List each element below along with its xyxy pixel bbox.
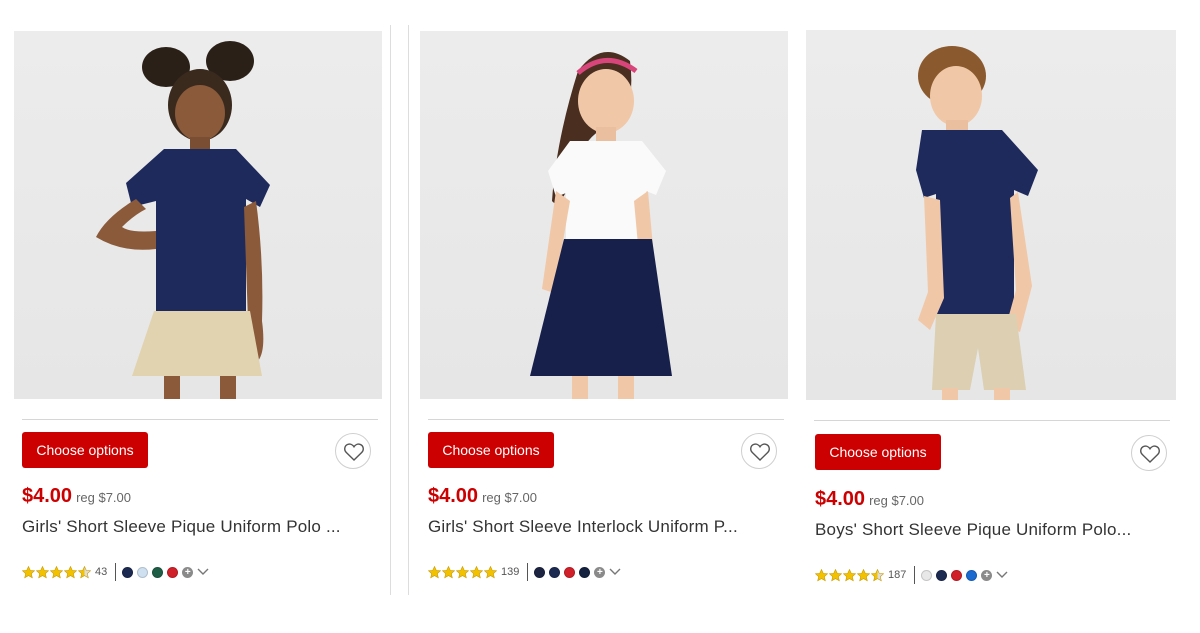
choose-options-button[interactable]: Choose options	[22, 432, 148, 468]
product-image[interactable]	[14, 31, 382, 399]
product-image[interactable]	[806, 30, 1176, 400]
plus-circle-icon[interactable]: +	[594, 566, 606, 578]
plus-circle-icon[interactable]: +	[182, 566, 194, 578]
product-card: Choose options $4.00 reg $7.00 Girls' Sho…	[420, 31, 790, 601]
star-icon	[815, 568, 828, 581]
price-row: $4.00 reg $7.00	[815, 488, 924, 511]
heart-icon	[750, 443, 770, 461]
favorite-button[interactable]	[1131, 435, 1167, 471]
star-icon	[843, 568, 856, 581]
boy-navy-polo-khaki-shorts-image	[916, 46, 1038, 400]
star-icon	[857, 568, 870, 581]
star-icon	[456, 565, 469, 578]
star-icon	[64, 565, 77, 578]
chevron-down-icon[interactable]	[609, 568, 621, 576]
color-swatch[interactable]	[966, 569, 978, 581]
rating-and-colors: 139 +	[428, 563, 621, 581]
star-icon	[829, 568, 842, 581]
review-count[interactable]: 43	[95, 566, 107, 578]
review-count[interactable]: 187	[888, 569, 906, 581]
sale-price: $4.00	[815, 488, 866, 510]
column-divider	[390, 25, 391, 595]
price-row: $4.00 reg $7.00	[428, 485, 537, 508]
star-rating[interactable]	[815, 568, 885, 582]
color-swatch[interactable]	[152, 566, 164, 578]
divider	[22, 419, 378, 420]
color-swatch[interactable]	[167, 566, 179, 578]
color-swatch[interactable]	[936, 569, 948, 581]
favorite-button[interactable]	[335, 433, 371, 469]
star-rating[interactable]	[22, 565, 92, 579]
product-title-link[interactable]: Girls' Short Sleeve Pique Uniform Polo .…	[22, 517, 378, 537]
star-icon	[470, 565, 483, 578]
product-card: Choose options $4.00 reg $7.00 Girls' Sho…	[14, 31, 384, 601]
star-icon	[484, 565, 497, 578]
color-swatches: +	[122, 566, 209, 578]
sale-price: $4.00	[428, 485, 479, 507]
color-swatch[interactable]	[122, 566, 134, 578]
star-icon	[50, 565, 63, 578]
column-divider	[408, 25, 409, 595]
color-swatch[interactable]	[534, 566, 546, 578]
rating-and-colors: 43 +	[22, 563, 209, 581]
star-icon	[871, 568, 884, 581]
star-icon	[442, 565, 455, 578]
price-row: $4.00 reg $7.00	[22, 485, 131, 508]
review-count[interactable]: 139	[501, 566, 519, 578]
product-title-link[interactable]: Girls' Short Sleeve Interlock Uniform P.…	[428, 517, 784, 537]
regular-price: reg $7.00	[76, 490, 131, 505]
girl-white-polo-navy-skirt-image	[530, 52, 672, 399]
choose-options-button[interactable]: Choose options	[428, 432, 554, 468]
choose-options-button[interactable]: Choose options	[815, 434, 941, 470]
plus-circle-icon[interactable]: +	[981, 569, 993, 581]
color-swatches: +	[921, 569, 1008, 581]
divider	[428, 419, 784, 420]
color-swatch[interactable]	[137, 566, 149, 578]
product-title-link[interactable]: Boys' Short Sleeve Pique Uniform Polo...	[815, 520, 1171, 540]
heart-icon	[1140, 445, 1160, 463]
girl-navy-polo-khaki-skirt-image	[96, 41, 270, 399]
product-image[interactable]	[420, 31, 788, 399]
star-rating[interactable]	[428, 565, 498, 579]
color-swatch[interactable]	[564, 566, 576, 578]
regular-price: reg $7.00	[869, 493, 924, 508]
separator	[527, 563, 529, 581]
star-icon	[428, 565, 441, 578]
favorite-button[interactable]	[741, 433, 777, 469]
star-icon	[36, 565, 49, 578]
color-swatch[interactable]	[921, 569, 933, 581]
chevron-down-icon[interactable]	[996, 571, 1008, 579]
star-icon	[22, 565, 35, 578]
color-swatch[interactable]	[579, 566, 591, 578]
color-swatch[interactable]	[549, 566, 561, 578]
sale-price: $4.00	[22, 485, 73, 507]
star-icon	[78, 565, 91, 578]
heart-icon	[344, 443, 364, 461]
color-swatches: +	[534, 566, 621, 578]
chevron-down-icon[interactable]	[197, 568, 209, 576]
color-swatch[interactable]	[951, 569, 963, 581]
rating-and-colors: 187 +	[815, 566, 1008, 584]
regular-price: reg $7.00	[482, 490, 537, 505]
separator	[914, 566, 916, 584]
separator	[115, 563, 117, 581]
divider	[814, 420, 1170, 421]
product-card: Choose options $4.00 reg $7.00 Boys' Shor…	[806, 30, 1178, 600]
